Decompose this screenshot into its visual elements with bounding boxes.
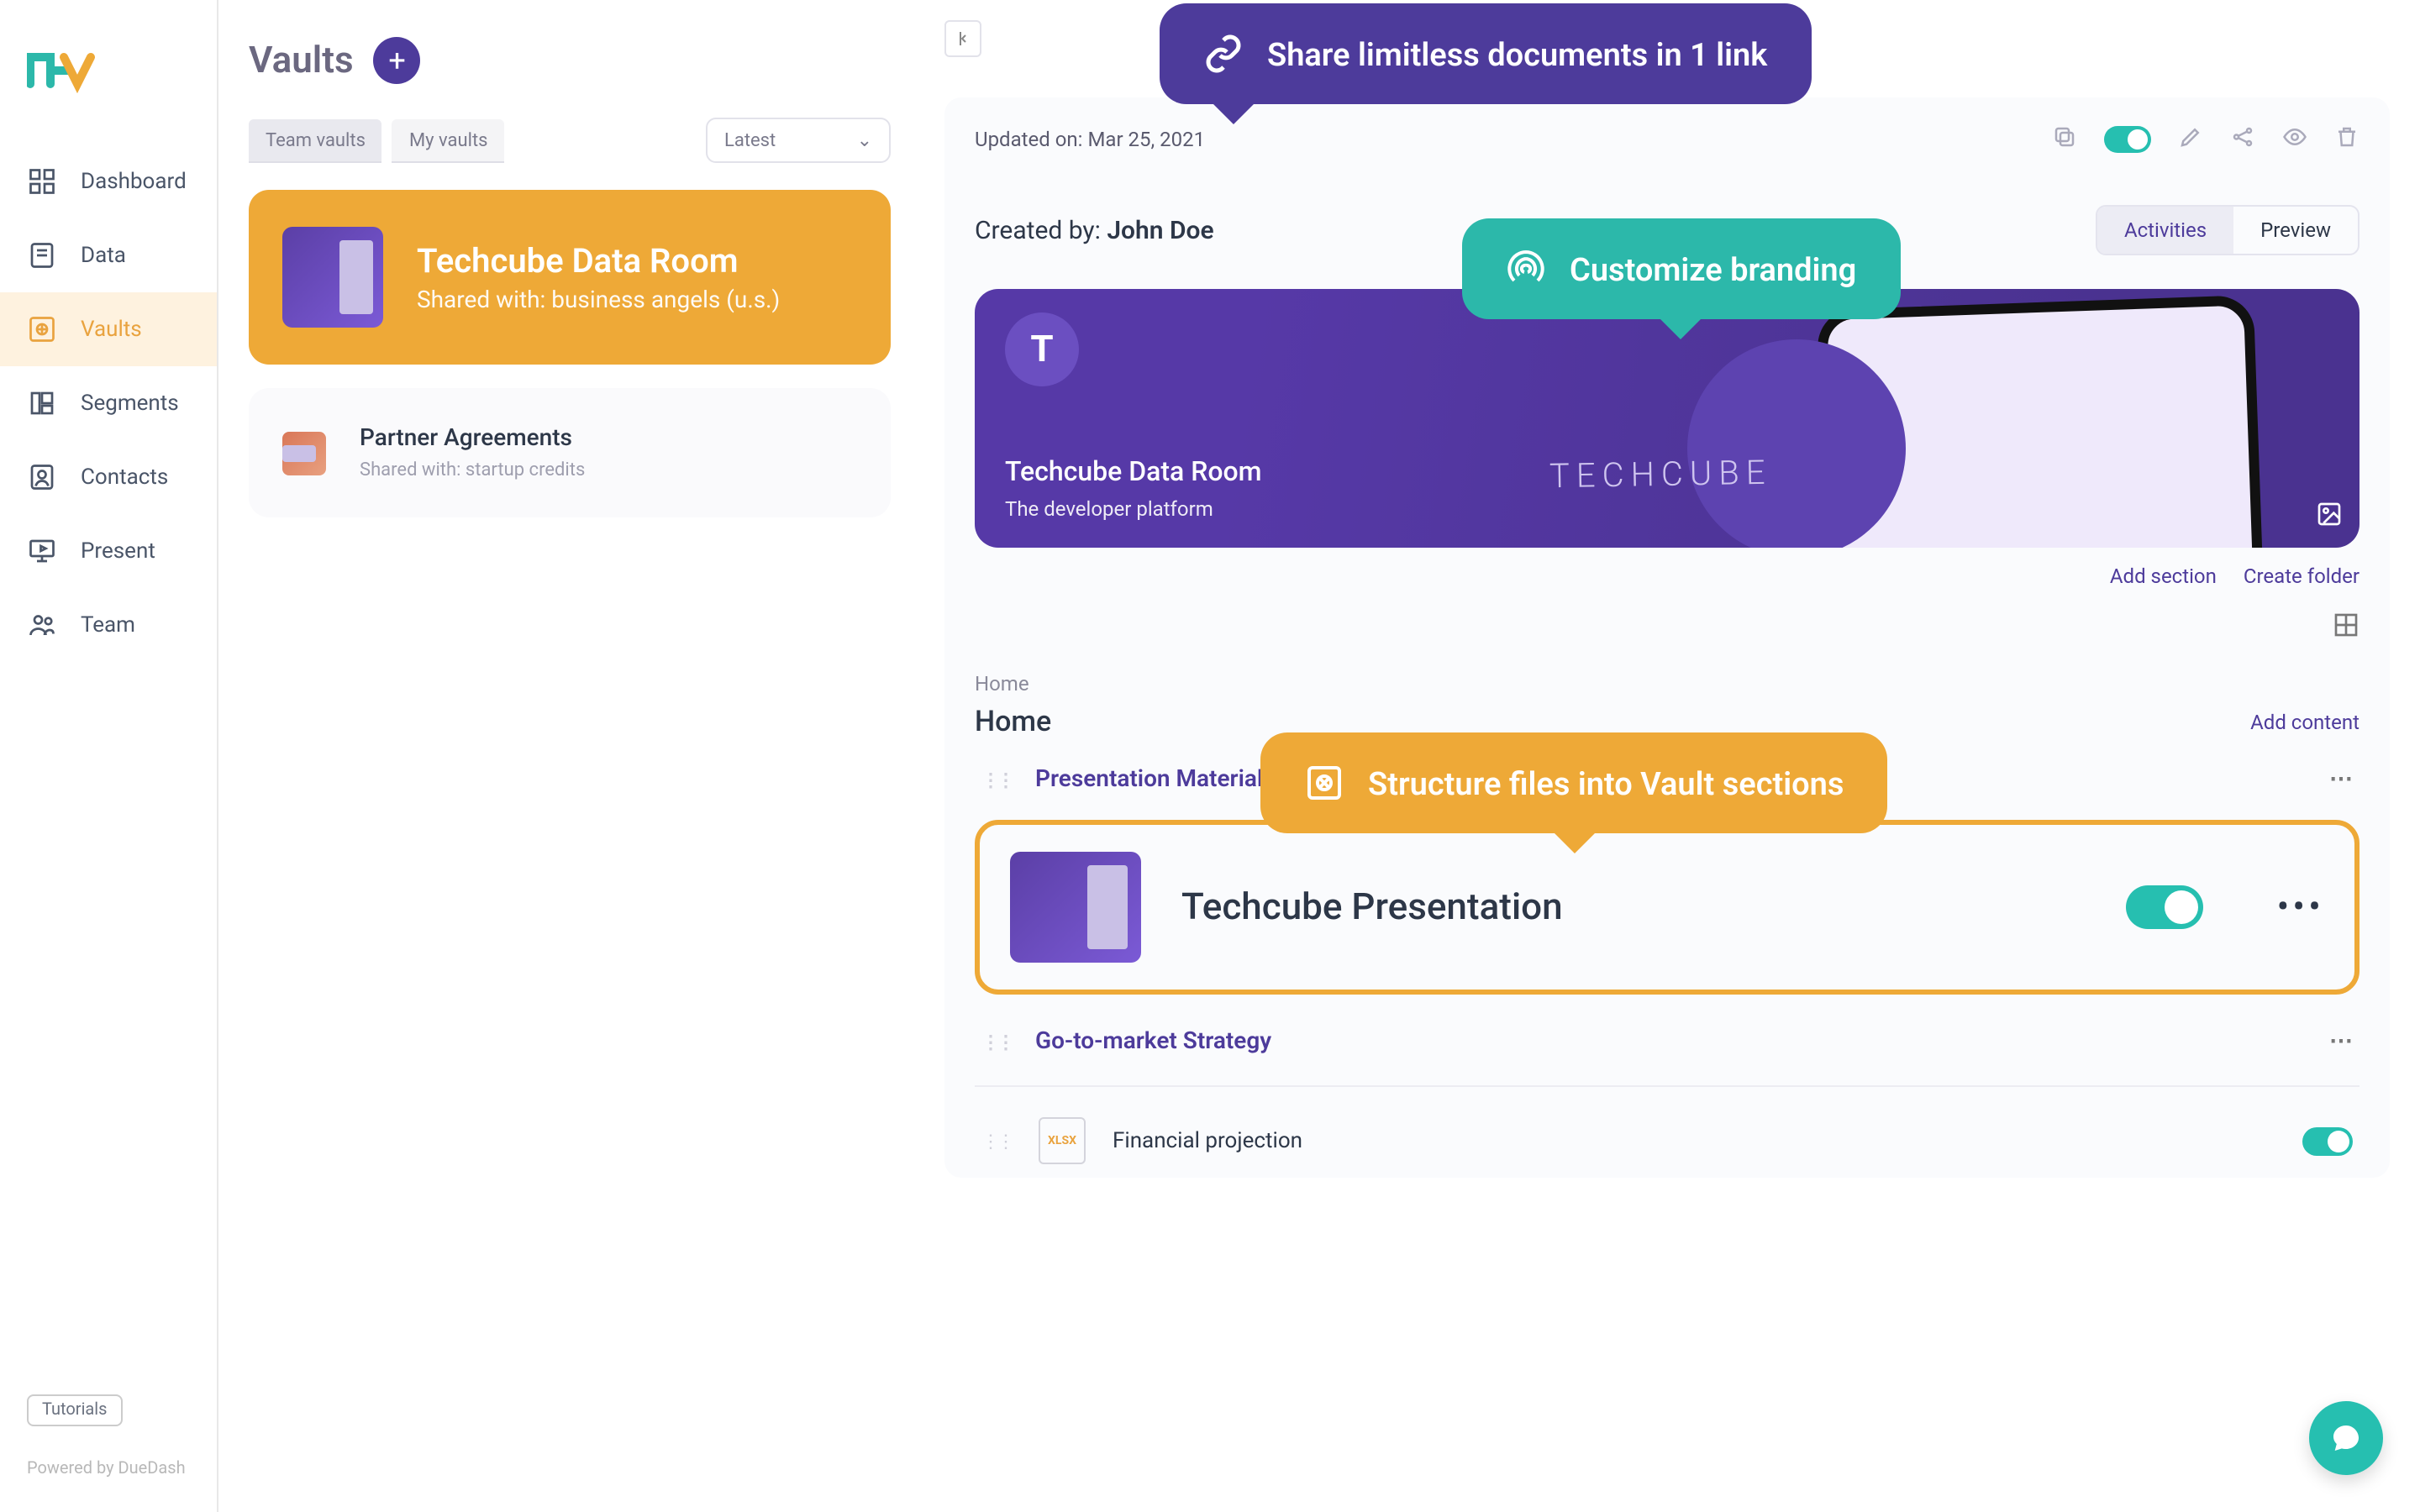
sidebar-item-data[interactable]: Data (0, 218, 217, 292)
folder-gtm-strategy[interactable]: ⋮⋮ Go-to-market Strategy ⋯ (975, 1015, 2360, 1068)
file-thumbnail (1010, 852, 1141, 963)
edit-icon[interactable] (2178, 124, 2203, 155)
sidebar-item-label: Data (81, 243, 126, 268)
banner-tagline: The developer platform (1005, 497, 2329, 521)
app-logo (0, 30, 217, 144)
vault-detail: Updated on: Mar 25, 2021 Created by: Joh… (908, 0, 2420, 1512)
data-icon (27, 240, 57, 270)
section-name: Home (975, 706, 1051, 739)
sidebar-item-label: Dashboard (81, 169, 187, 194)
tutorials-button[interactable]: Tutorials (27, 1394, 123, 1426)
segments-icon (27, 388, 57, 418)
image-icon[interactable] (2316, 501, 2343, 534)
vault-section-icon (1304, 763, 1344, 803)
add-content-link[interactable]: Add content (2250, 711, 2360, 734)
banner-logo-badge: T (1005, 312, 1079, 386)
link-icon (1203, 34, 1244, 74)
divider (975, 1085, 2360, 1087)
visibility-toggle[interactable] (2104, 126, 2151, 153)
callout-branding: Customize branding (1462, 218, 1900, 319)
file-techcube-presentation[interactable]: Techcube Presentation ••• (975, 820, 2360, 995)
banner-brand-text: TECHCUBE (1549, 452, 1771, 496)
more-icon[interactable]: ••• (2276, 886, 2324, 928)
sidebar-nav: Dashboard Data Vaults Segments Contacts … (0, 144, 217, 1374)
vaults-icon (27, 314, 57, 344)
trash-icon[interactable] (2334, 124, 2360, 155)
sidebar-item-present[interactable]: Present (0, 514, 217, 588)
detail-action-icons (2052, 124, 2360, 155)
vault-card-techcube[interactable]: Techcube Data Room Shared with: business… (249, 190, 891, 365)
file-visibility-toggle[interactable] (2125, 885, 2202, 929)
present-icon (27, 536, 57, 566)
folder-label: Presentation Material (1035, 766, 1263, 793)
powered-by-text: Powered by DueDash (27, 1460, 190, 1478)
sort-select[interactable]: Latest ⌄ (706, 118, 891, 163)
grid-view-icon[interactable] (2333, 612, 2360, 645)
add-vault-button[interactable]: + (374, 37, 421, 84)
vault-thumbnail (282, 227, 383, 328)
contacts-icon (27, 462, 57, 492)
breadcrumb: Home (975, 672, 2360, 696)
page-title: Vaults (249, 39, 354, 81)
tab-team-vaults[interactable]: Team vaults (249, 118, 382, 162)
share-icon[interactable] (2230, 124, 2255, 155)
chat-fab[interactable] (2309, 1401, 2383, 1475)
tab-my-vaults[interactable]: My vaults (392, 118, 505, 162)
callout-share: Share limitless documents in 1 link (1160, 3, 1811, 104)
sidebar-item-contacts[interactable]: Contacts (0, 440, 217, 514)
vault-card-partner[interactable]: Partner Agreements Shared with: startup … (249, 388, 891, 517)
folder-label: Go-to-market Strategy (1035, 1028, 1271, 1055)
vault-title: Techcube Data Room (417, 240, 780, 281)
xlsx-file-icon: XLSX (1039, 1117, 1086, 1164)
sidebar-item-label: Segments (81, 391, 179, 416)
sidebar-item-segments[interactable]: Segments (0, 366, 217, 440)
file-visibility-toggle[interactable] (2302, 1126, 2353, 1155)
vault-title: Partner Agreements (360, 425, 585, 452)
copy-icon[interactable] (2052, 124, 2077, 155)
seg-preview[interactable]: Preview (2233, 207, 2358, 254)
view-segment: Activities Preview (2096, 205, 2360, 255)
vaults-panel: Vaults + Team vaults My vaults Latest ⌄ … (218, 0, 908, 1512)
add-section-link[interactable]: Add section (2110, 564, 2217, 588)
drag-handle-icon[interactable]: ⋮⋮ (981, 769, 1012, 790)
sidebar-footer: Tutorials Powered by DueDash (0, 1374, 217, 1512)
sort-value: Latest (724, 129, 776, 151)
chevron-down-icon: ⌄ (857, 129, 872, 151)
team-icon (27, 610, 57, 640)
collapse-icon (953, 29, 973, 49)
sidebar-item-dashboard[interactable]: Dashboard (0, 144, 217, 218)
create-folder-link[interactable]: Create folder (2244, 564, 2360, 588)
file-title: Techcube Presentation (1181, 886, 1563, 928)
created-by: Created by: John Doe (975, 215, 1214, 245)
sidebar-item-vaults[interactable]: Vaults (0, 292, 217, 366)
vault-subtitle: Shared with: startup credits (360, 459, 585, 480)
sidebar-item-label: Vaults (81, 317, 142, 342)
sidebar-item-label: Team (81, 612, 135, 638)
vault-subtitle: Shared with: business angels (u.s.) (417, 287, 780, 314)
drag-handle-icon[interactable]: ⋮⋮ (981, 1130, 1012, 1152)
file-label: Financial projection (1113, 1128, 1302, 1153)
sidebar-item-label: Contacts (81, 465, 168, 490)
fingerprint-icon (1506, 249, 1546, 289)
chat-icon (2329, 1421, 2363, 1455)
sidebar-item-team[interactable]: Team (0, 588, 217, 662)
dashboard-icon (27, 166, 57, 197)
seg-activities[interactable]: Activities (2097, 207, 2233, 254)
more-icon[interactable]: ⋯ (2329, 1028, 2353, 1055)
file-financial-projection[interactable]: ⋮⋮ XLSX Financial projection (975, 1104, 2360, 1178)
updated-on: Updated on: Mar 25, 2021 (975, 128, 1205, 151)
sidebar: Dashboard Data Vaults Segments Contacts … (0, 0, 218, 1512)
drag-handle-icon[interactable]: ⋮⋮ (981, 1031, 1012, 1053)
collapse-panel-button[interactable] (944, 20, 981, 57)
more-icon[interactable]: ⋯ (2329, 766, 2353, 793)
callout-structure: Structure files into Vault sections (1260, 732, 1887, 833)
eye-icon[interactable] (2282, 124, 2307, 155)
vault-thumbnail (282, 431, 326, 475)
sidebar-item-label: Present (81, 538, 155, 564)
